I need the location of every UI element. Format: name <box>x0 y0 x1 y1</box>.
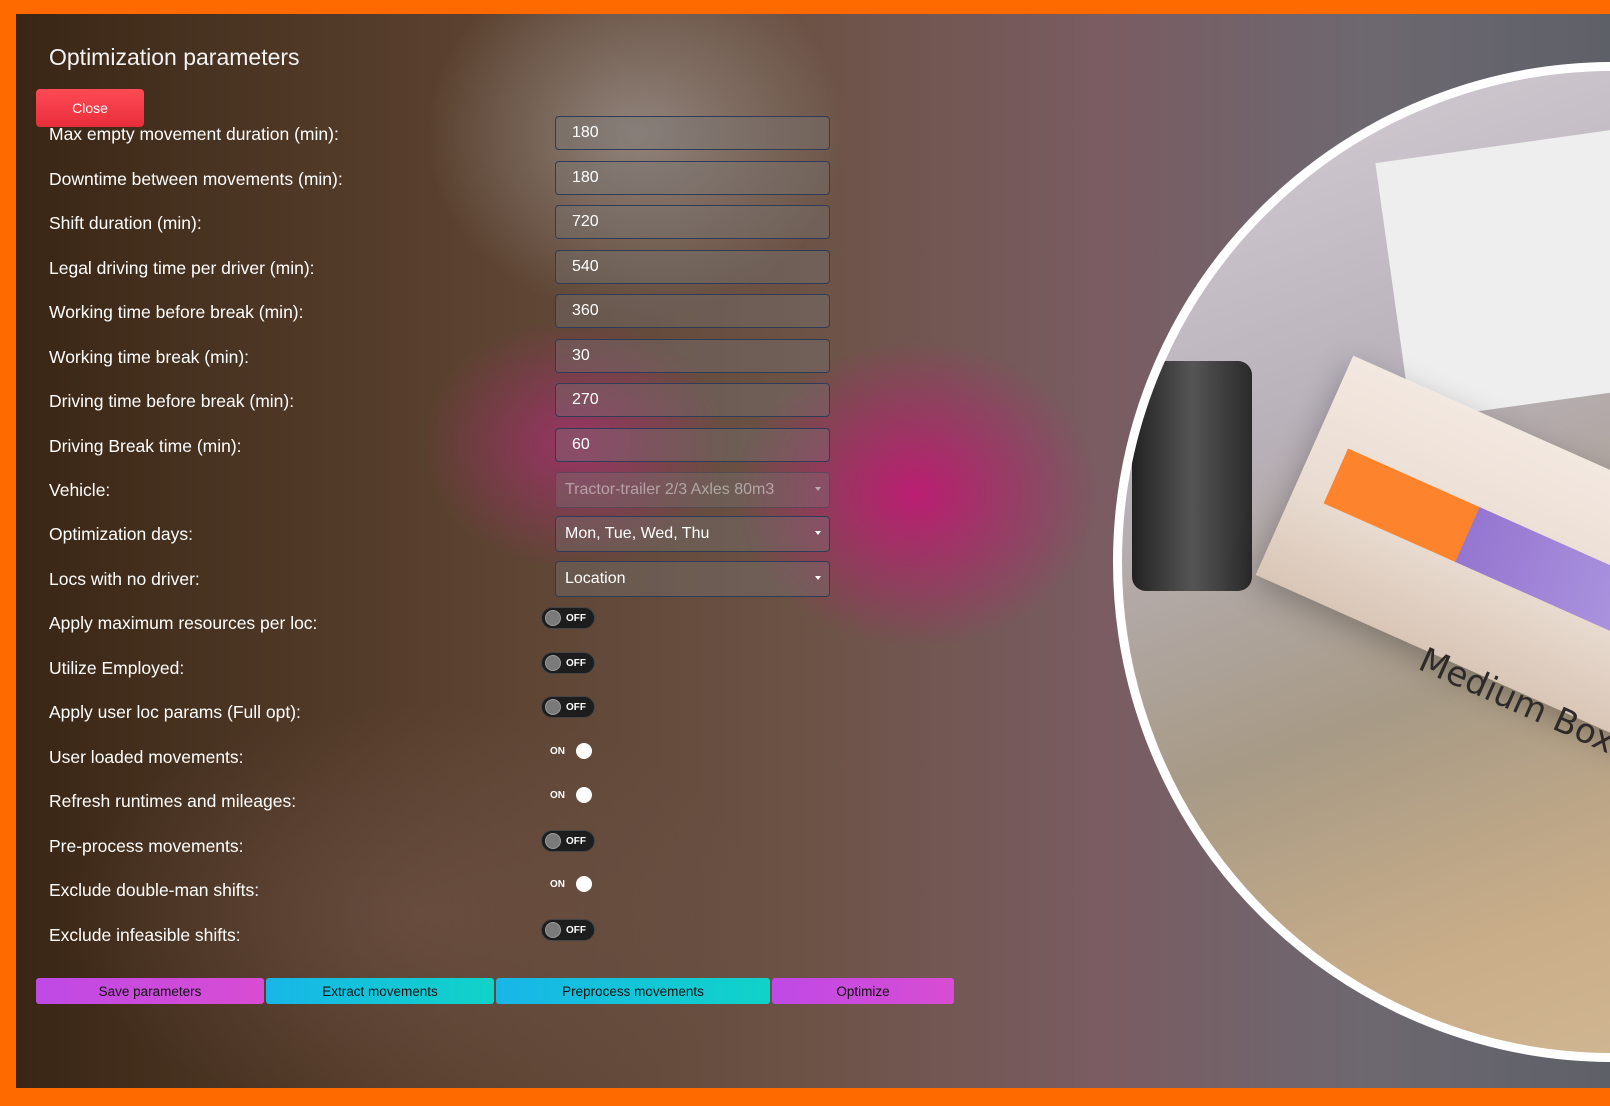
chevron-down-icon <box>815 487 821 491</box>
toggle-knob <box>576 876 592 892</box>
field-row-downtime: Downtime between movements (min): <box>49 161 849 197</box>
select-label: Optimization days: <box>49 524 193 544</box>
optimize-button[interactable]: Optimize <box>772 978 954 1004</box>
working-time-break-input[interactable] <box>555 339 830 373</box>
downtime-input[interactable] <box>555 161 830 195</box>
photo-cup <box>1132 361 1252 591</box>
toggle-knob <box>545 699 561 715</box>
toggle-label: Utilize Employed: <box>49 658 185 678</box>
exclude-infeasible-toggle[interactable]: OFF <box>541 919 595 941</box>
toggle-label: Refresh runtimes and mileages: <box>49 791 297 811</box>
driving-break-time-input[interactable] <box>555 428 830 462</box>
extract-movements-button[interactable]: Extract movements <box>266 978 494 1004</box>
select-value: Location <box>565 570 626 587</box>
field-label: Downtime between movements (min): <box>49 169 343 189</box>
working-time-before-break-input[interactable] <box>555 294 830 328</box>
toggle-row-exclude-infeasible: Exclude infeasible shifts: OFF <box>49 917 849 953</box>
locs-no-driver-select[interactable]: Location <box>555 561 830 597</box>
action-bar: Save parameters Extract movements Prepro… <box>36 978 976 1004</box>
driving-time-before-break-input[interactable] <box>555 383 830 417</box>
toggle-state: OFF <box>566 613 586 624</box>
field-row-working-time-before-break: Working time before break (min): <box>49 294 849 330</box>
optimization-dialog: Medium Box Optimization parameters Close… <box>16 14 1610 1088</box>
dialog-title: Optimization parameters <box>49 44 300 70</box>
utilize-employed-toggle[interactable]: OFF <box>541 652 595 674</box>
select-value: Mon, Tue, Wed, Thu <box>565 525 710 542</box>
toggle-knob <box>545 833 561 849</box>
toggle-label: Exclude infeasible shifts: <box>49 925 241 945</box>
pre-process-toggle[interactable]: OFF <box>541 830 595 852</box>
save-parameters-button[interactable]: Save parameters <box>36 978 264 1004</box>
select-row-optimization-days: Optimization days: Mon, Tue, Wed, Thu <box>49 516 849 552</box>
toggle-state: OFF <box>566 658 586 669</box>
toggle-knob <box>545 922 561 938</box>
background-photo: Medium Box <box>1113 62 1610 1062</box>
select-label: Locs with no driver: <box>49 569 200 589</box>
legal-driving-time-input[interactable] <box>555 250 830 284</box>
toggle-row-exclude-double-man: Exclude double-man shifts: ON <box>49 872 849 908</box>
field-row-max-empty-movement: Max empty movement duration (min): <box>49 116 849 152</box>
select-value: Tractor-trailer 2/3 Axles 80m3 <box>565 481 775 498</box>
user-loaded-movements-toggle[interactable]: ON <box>541 741 595 763</box>
field-label: Working time break (min): <box>49 347 250 367</box>
window-edge <box>0 14 16 1088</box>
toggle-state: OFF <box>566 836 586 847</box>
field-label: Legal driving time per driver (min): <box>49 258 315 278</box>
field-row-driving-time-before-break: Driving time before break (min): <box>49 383 849 419</box>
toggle-state: ON <box>550 879 565 890</box>
field-label: Working time before break (min): <box>49 302 304 322</box>
toggle-row-pre-process: Pre-process movements: OFF <box>49 828 849 864</box>
max-empty-movement-input[interactable] <box>555 116 830 150</box>
toggle-state: ON <box>550 746 565 757</box>
vehicle-select[interactable]: Tractor-trailer 2/3 Axles 80m3 <box>555 472 830 508</box>
toggle-state: OFF <box>566 702 586 713</box>
chevron-down-icon <box>815 576 821 580</box>
toggle-row-user-loaded-movements: User loaded movements: ON <box>49 739 849 775</box>
field-row-driving-break-time: Driving Break time (min): <box>49 428 849 464</box>
refresh-runtimes-toggle[interactable]: ON <box>541 785 595 807</box>
field-row-shift-duration: Shift duration (min): <box>49 205 849 241</box>
field-label: Driving time before break (min): <box>49 391 295 411</box>
toggle-label: Exclude double-man shifts: <box>49 880 260 900</box>
select-row-locs-no-driver: Locs with no driver: Location <box>49 561 849 597</box>
optimization-days-select[interactable]: Mon, Tue, Wed, Thu <box>555 516 830 552</box>
exclude-double-man-toggle[interactable]: ON <box>541 874 595 896</box>
toggle-knob <box>576 787 592 803</box>
field-row-working-time-break: Working time break (min): <box>49 339 849 375</box>
toggle-row-max-resources: Apply maximum resources per loc: OFF <box>49 605 849 641</box>
shift-duration-input[interactable] <box>555 205 830 239</box>
toggle-state: OFF <box>566 925 586 936</box>
user-loc-params-toggle[interactable]: OFF <box>541 696 595 718</box>
toggle-state: ON <box>550 790 565 801</box>
field-row-legal-driving-time: Legal driving time per driver (min): <box>49 250 849 286</box>
chevron-down-icon <box>815 531 821 535</box>
toggle-label: Apply user loc params (Full opt): <box>49 702 301 722</box>
select-row-vehicle: Vehicle: Tractor-trailer 2/3 Axles 80m3 <box>49 472 849 508</box>
photo-paper <box>1375 121 1610 421</box>
toggle-label: Pre-process movements: <box>49 836 244 856</box>
field-label: Driving Break time (min): <box>49 436 242 456</box>
max-resources-toggle[interactable]: OFF <box>541 607 595 629</box>
toggle-knob <box>545 610 561 626</box>
toggle-knob <box>576 743 592 759</box>
field-label: Max empty movement duration (min): <box>49 124 339 144</box>
field-label: Shift duration (min): <box>49 213 202 233</box>
toggle-knob <box>545 655 561 671</box>
toggle-label: User loaded movements: <box>49 747 244 767</box>
select-label: Vehicle: <box>49 480 111 500</box>
toggle-label: Apply maximum resources per loc: <box>49 613 318 633</box>
preprocess-movements-button[interactable]: Preprocess movements <box>496 978 770 1004</box>
toggle-row-refresh-runtimes: Refresh runtimes and mileages: ON <box>49 783 849 819</box>
toggle-row-user-loc-params: Apply user loc params (Full opt): OFF <box>49 694 849 730</box>
toggle-row-utilize-employed: Utilize Employed: OFF <box>49 650 849 686</box>
